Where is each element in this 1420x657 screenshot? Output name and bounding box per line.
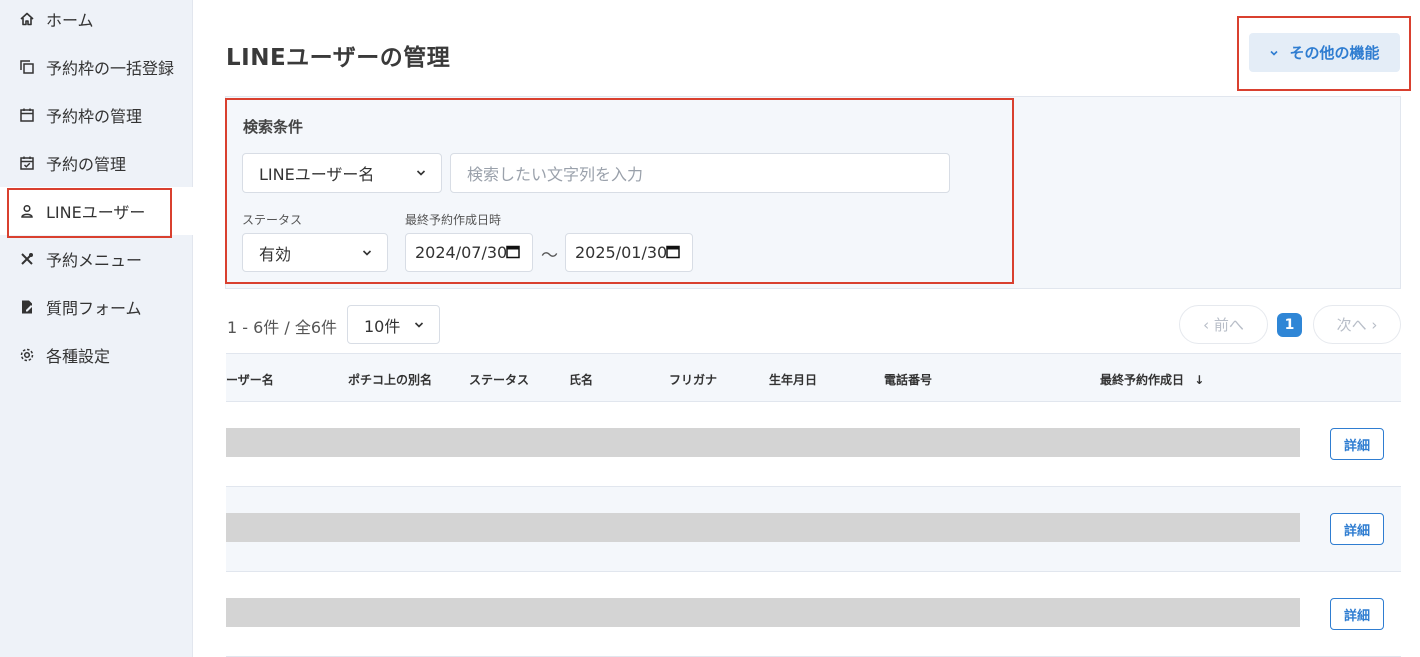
sidebar-item-settings[interactable]: 各種設定 [0, 331, 193, 379]
date-to-value: 2025/01/30 [575, 243, 668, 262]
sidebar-item-bulk-register[interactable]: 予約枠の一括登録 [0, 43, 193, 91]
column-header-birthdate[interactable]: 生年月日 [769, 371, 817, 388]
sidebar-item-home[interactable]: ホーム [0, 0, 193, 43]
table-row: 詳細 [226, 487, 1401, 572]
more-functions-label: その他の機能 [1289, 44, 1380, 62]
utensils-icon [18, 250, 36, 268]
chevron-down-icon [415, 164, 427, 183]
detail-button[interactable]: 詳細 [1330, 513, 1384, 545]
column-header-label: 最終予約作成日 [1100, 373, 1185, 387]
column-header-username[interactable]: ーザー名 [226, 371, 274, 388]
status-value: 有効 [259, 244, 292, 264]
sidebar-item-reservation-menu[interactable]: 予約メニュー [0, 235, 193, 283]
page-number-current[interactable]: 1 [1277, 313, 1302, 337]
per-page-select[interactable]: 10件 [347, 305, 440, 344]
main-content: LINEユーザーの管理 その他の機能 検索条件 LINEユーザー名 検索したい文… [193, 0, 1420, 657]
sidebar-item-label: 予約枠の一括登録 [46, 59, 175, 78]
sidebar-item-question-form[interactable]: 質問フォーム [0, 283, 193, 331]
date-label: 最終予約作成日時 [405, 213, 502, 227]
detail-button[interactable]: 詳細 [1330, 598, 1384, 630]
search-keyword-input[interactable]: 検索したい文字列を入力 [450, 153, 950, 193]
date-separator: 〜 [541, 246, 558, 266]
user-icon [18, 202, 36, 220]
date-from-value: 2024/07/30 [415, 243, 508, 262]
chevron-down-icon [1269, 44, 1279, 62]
sidebar-item-slot-management[interactable]: 予約枠の管理 [0, 91, 193, 139]
search-field-value: LINEユーザー名 [259, 165, 375, 184]
sidebar-item-label: 各種設定 [46, 347, 111, 366]
users-table: ーザー名 ポチコ上の別名 ステータス 氏名 フリガナ 生年月日 電話番号 最終予… [226, 353, 1401, 657]
table-row: 詳細 [226, 402, 1401, 487]
redacted-row-content [226, 598, 1300, 627]
sidebar-item-line-users[interactable]: LINEユーザー [0, 187, 193, 235]
sidebar-item-label: 質問フォーム [46, 299, 142, 318]
column-header-furigana[interactable]: フリガナ [669, 371, 717, 388]
table-header: ーザー名 ポチコ上の別名 ステータス 氏名 フリガナ 生年月日 電話番号 最終予… [226, 354, 1401, 402]
date-to-input[interactable]: 2025/01/30 [565, 233, 693, 272]
calendar-icon [506, 243, 520, 262]
calendar-check-icon [18, 154, 36, 172]
search-keyword-placeholder: 検索したい文字列を入力 [467, 165, 644, 184]
calendar-icon [18, 106, 36, 124]
per-page-value: 10件 [364, 316, 401, 336]
calendar-icon [666, 243, 680, 262]
column-header-status[interactable]: ステータス [469, 371, 529, 388]
more-functions-button[interactable]: その他の機能 [1249, 33, 1400, 72]
sidebar: ホーム 予約枠の一括登録 予約枠の管理 予約の管理 LINEユーザー 予約メニュ… [0, 0, 193, 657]
sort-arrow-icon: ↓ [1194, 373, 1205, 387]
sidebar-item-label: 予約メニュー [46, 251, 143, 270]
column-header-alias[interactable]: ポチコ上の別名 [348, 371, 432, 388]
result-count: 1 - 6件 / 全6件 [227, 318, 338, 337]
search-field-select[interactable]: LINEユーザー名 [242, 153, 442, 193]
search-title: 検索条件 [243, 118, 304, 136]
sidebar-item-label: LINEユーザー [46, 203, 146, 222]
column-header-name[interactable]: 氏名 [569, 371, 593, 388]
next-page-button[interactable]: 次へ › [1313, 305, 1401, 344]
copy-icon [18, 58, 36, 76]
date-from-input[interactable]: 2024/07/30 [405, 233, 533, 272]
sidebar-item-reservation-management[interactable]: 予約の管理 [0, 139, 193, 187]
chevron-down-icon [413, 315, 425, 334]
column-header-last-reservation[interactable]: 最終予約作成日 ↓ [1100, 371, 1204, 388]
home-icon [18, 10, 36, 28]
gear-icon [18, 346, 36, 364]
search-panel: 検索条件 LINEユーザー名 検索したい文字列を入力 ステータス 有効 最終予約… [225, 96, 1401, 289]
sidebar-item-label: 予約枠の管理 [46, 107, 143, 126]
status-label: ステータス [242, 213, 303, 227]
prev-page-button[interactable]: ‹ 前へ [1179, 305, 1268, 344]
page-title: LINEユーザーの管理 [226, 45, 451, 71]
redacted-row-content [226, 428, 1300, 457]
form-edit-icon [18, 298, 36, 316]
detail-button[interactable]: 詳細 [1330, 428, 1384, 460]
sidebar-item-label: 予約の管理 [46, 155, 127, 174]
sidebar-item-label: ホーム [46, 11, 94, 30]
redacted-row-content [226, 513, 1300, 542]
status-select[interactable]: 有効 [242, 233, 388, 272]
table-row: 詳細 [226, 572, 1401, 657]
column-header-phone[interactable]: 電話番号 [884, 371, 932, 388]
chevron-down-icon [361, 243, 373, 262]
